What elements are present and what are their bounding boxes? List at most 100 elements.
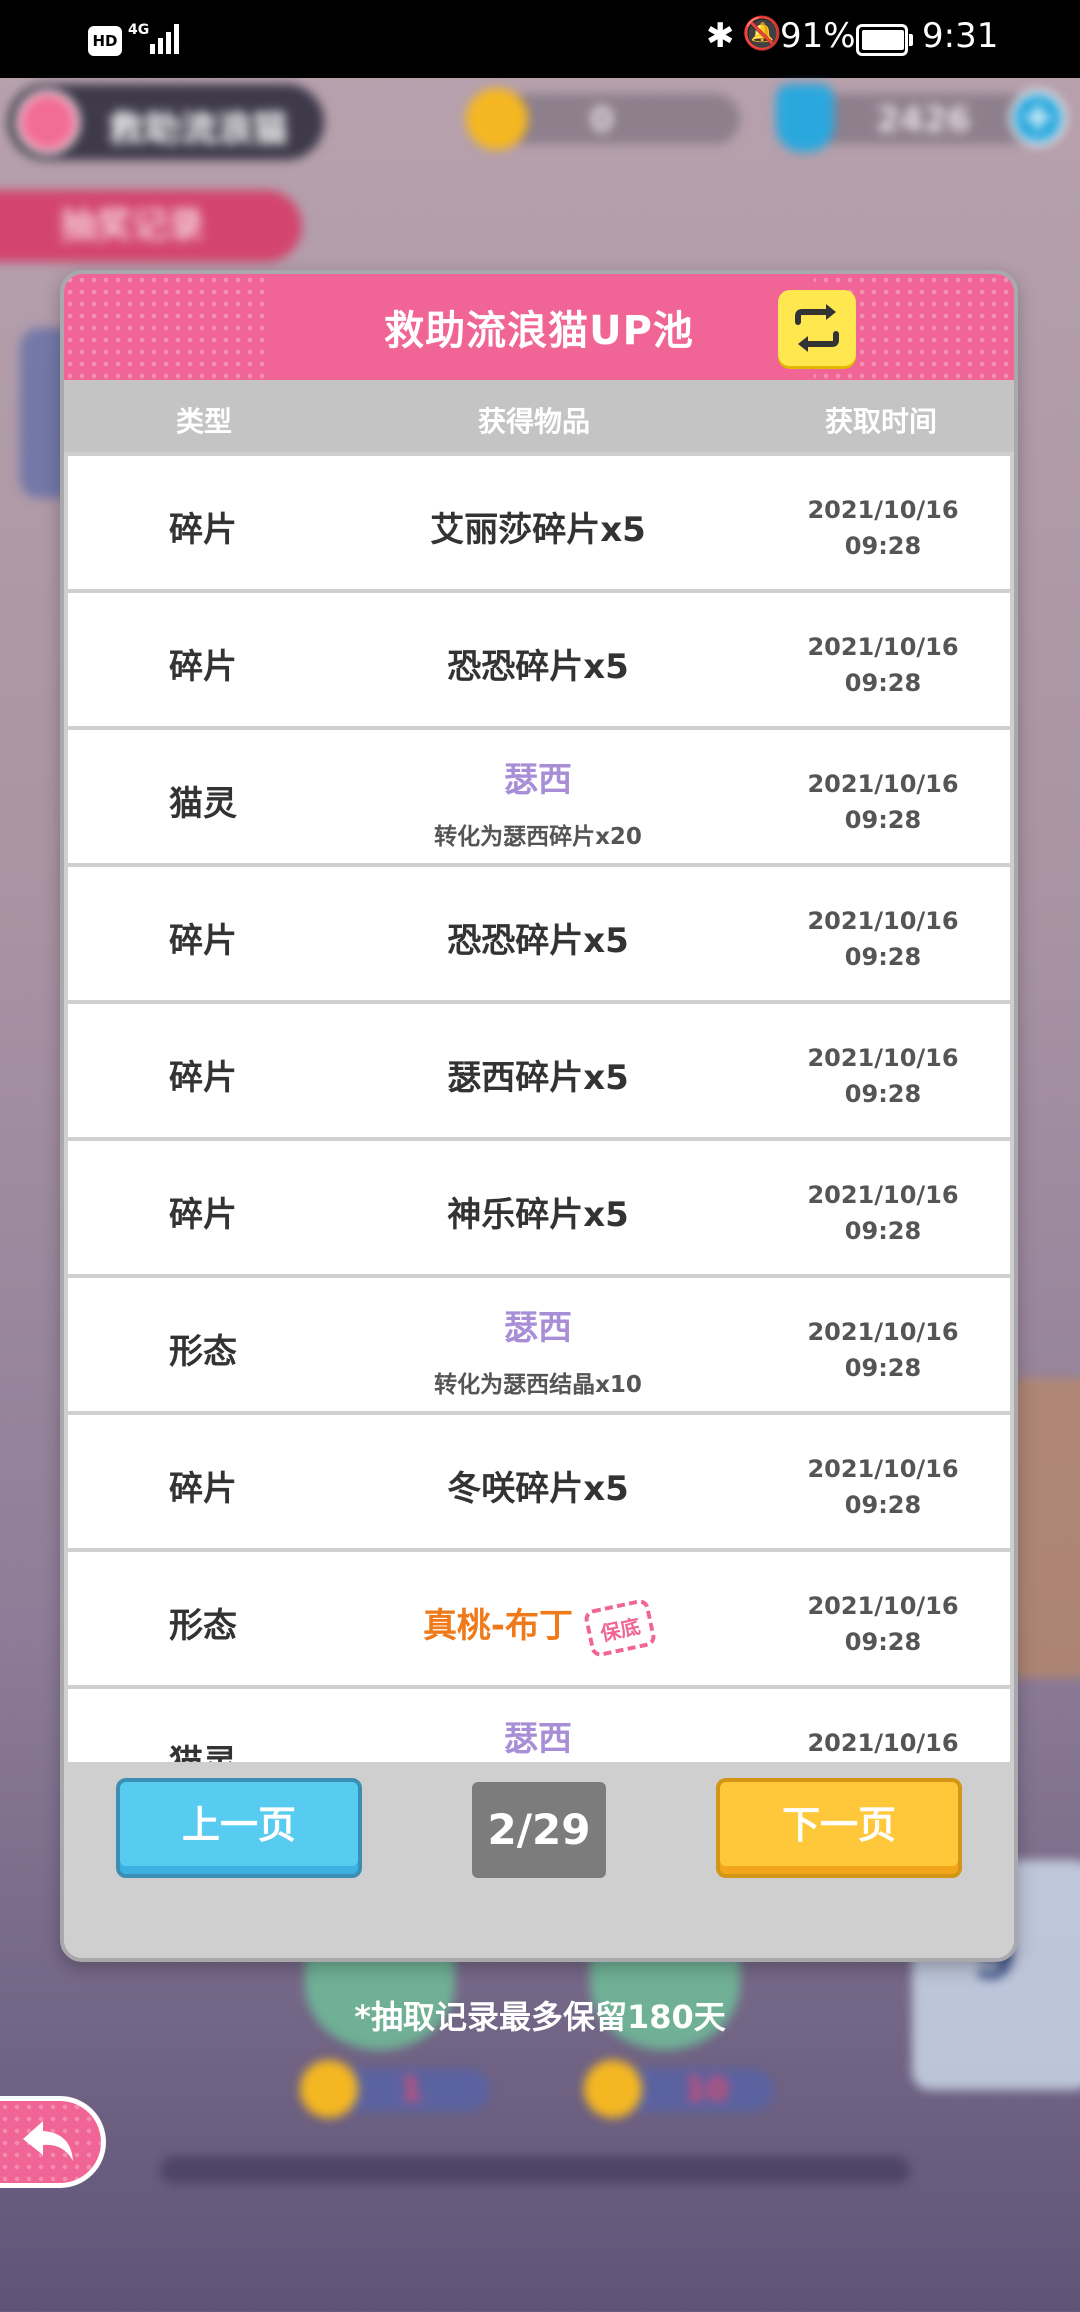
retention-note: *抽取记录最多保留180天 bbox=[354, 1998, 726, 2036]
record-time: 2021/10/1609:28 bbox=[758, 766, 1008, 838]
item-name: 恐恐碎片x5 bbox=[447, 921, 629, 961]
item-name: 真桃-布丁 bbox=[422, 1606, 574, 1646]
record-item: 神乐碎片x5 bbox=[323, 1187, 753, 1236]
item-name: 瑟西 bbox=[504, 1719, 572, 1759]
record-time: 2021/10/1609:28 bbox=[758, 1314, 1008, 1386]
record-date: 2021/10/16 bbox=[807, 633, 959, 661]
record-type: 形态 bbox=[169, 1606, 237, 1646]
record-type: 碎片 bbox=[169, 647, 237, 687]
status-bar: HD 4G ✱ 🔕 91% 9:31 bbox=[0, 0, 1080, 78]
pool-name: 救助流浪猫 bbox=[108, 109, 289, 150]
draw-once-cost: 1 bbox=[300, 2060, 490, 2118]
item-name: 瑟西 bbox=[504, 760, 572, 800]
record-date: 2021/10/16 bbox=[807, 1044, 959, 1072]
record-item: 瑟西碎片x5 bbox=[323, 1050, 753, 1099]
record-row: 碎片 恐恐碎片x5 2021/10/16 09:28 bbox=[68, 867, 1010, 1004]
record-item: 真桃-布丁 保底 bbox=[323, 1597, 753, 1658]
gem-counter: 2426 + bbox=[776, 84, 1066, 152]
column-type: 类型 bbox=[175, 405, 232, 438]
record-list[interactable]: 碎片 艾丽莎碎片x5 2021/10/16 09:28 碎片 恐恐碎片x5 2021/10/… bbox=[68, 456, 1010, 1762]
record-row: 猫灵瑟西转化为瑟西碎片x202021/10/1609:28 bbox=[68, 730, 1010, 867]
switch-pool-button[interactable] bbox=[778, 290, 856, 366]
column-item: 获得物品 bbox=[477, 405, 590, 438]
item-name: 瑟西 bbox=[504, 1308, 572, 1348]
record-clock: 09:28 bbox=[844, 1628, 922, 1656]
hd-icon: HD bbox=[88, 26, 122, 56]
modal-header: 救助流浪猫UP池 bbox=[64, 274, 1014, 380]
pool-title-pill: 救助流浪猫 bbox=[8, 84, 324, 160]
record-clock: 09:28 bbox=[844, 943, 922, 971]
bell-muted-icon: 🔕 bbox=[742, 14, 782, 52]
record-type: 猫灵 bbox=[169, 784, 237, 824]
record-clock: 09:28 bbox=[844, 1217, 922, 1245]
battery-percent: 91% bbox=[780, 16, 856, 56]
column-headers: 类型 获得物品 获取时间 bbox=[64, 380, 1014, 452]
record-date: 2021/10/16 bbox=[807, 1455, 959, 1483]
network-type: 4G bbox=[128, 22, 150, 38]
record-row: 碎片 冬咲碎片x5 2021/10/16 09:28 bbox=[68, 1415, 1010, 1552]
record-date: 2021/10/16 bbox=[807, 496, 959, 524]
record-clock: 09:28 bbox=[844, 1491, 922, 1519]
record-item: 瑟西 转化为瑟西结晶x10 bbox=[323, 1300, 753, 1399]
item-name: 艾丽莎碎片x5 bbox=[430, 510, 646, 550]
record-time: 2021/10/1609:28 bbox=[758, 629, 1008, 701]
record-item: 瑟西转化为瑟西碎片x20 bbox=[323, 752, 753, 851]
back-arrow-icon bbox=[23, 2121, 73, 2161]
coin-value: 0 bbox=[590, 100, 614, 140]
record-date: 2021/10/16 bbox=[807, 1318, 959, 1346]
column-time: 获取时间 bbox=[824, 405, 937, 438]
record-clock: 09:28 bbox=[844, 1080, 922, 1108]
add-gems-icon: + bbox=[1010, 90, 1066, 146]
record-time: 2021/10/16 09:28 bbox=[758, 1040, 1008, 1112]
record-type: 碎片 bbox=[169, 921, 237, 961]
record-item: 恐恐碎片x5 bbox=[323, 639, 753, 688]
record-time: 2021/10/1609:28 bbox=[758, 1725, 1008, 1762]
conversion-note: 转化为瑟西碎片x20 bbox=[434, 824, 642, 850]
record-date: 2021/10/16 bbox=[807, 907, 959, 935]
item-name: 冬咲碎片x5 bbox=[447, 1469, 629, 1509]
record-time: 2021/10/16 09:28 bbox=[758, 1588, 1008, 1660]
record-clock: 09:28 bbox=[844, 806, 922, 834]
record-type: 碎片 bbox=[169, 510, 237, 550]
battery-fill bbox=[862, 30, 904, 50]
item-name: 恐恐碎片x5 bbox=[447, 647, 629, 687]
record-time: 2021/10/16 09:28 bbox=[758, 1177, 1008, 1249]
record-type: 碎片 bbox=[169, 1058, 237, 1098]
swap-arrows-icon bbox=[795, 304, 839, 352]
coin-counter: 0 bbox=[466, 88, 740, 150]
record-time: 2021/10/16 09:28 bbox=[758, 492, 1008, 564]
cost-value: 1 bbox=[400, 2070, 423, 2108]
cost-value: 10 bbox=[684, 2070, 729, 2108]
page-indicator: 2/29 bbox=[472, 1782, 606, 1878]
record-item: 艾丽莎碎片x5 bbox=[323, 502, 753, 551]
cat-icon bbox=[16, 90, 80, 154]
record-date: 2021/10/16 bbox=[807, 1181, 959, 1209]
guarantee-stamp: 保底 bbox=[582, 1597, 658, 1658]
gem-icon bbox=[776, 84, 834, 152]
prev-page-button[interactable]: 上一页 bbox=[116, 1778, 362, 1878]
item-name: 瑟西碎片x5 bbox=[447, 1058, 629, 1098]
item-name: 神乐碎片x5 bbox=[447, 1195, 629, 1235]
draw-record-tab: 抽奖记录 bbox=[0, 190, 302, 262]
record-date: 2021/10/16 bbox=[807, 1592, 959, 1620]
record-type: 猫灵 bbox=[68, 1735, 338, 1762]
record-time: 2021/10/16 09:28 bbox=[758, 1451, 1008, 1523]
next-page-button[interactable]: 下一页 bbox=[716, 1778, 962, 1878]
draw-ten-cost: 10 bbox=[584, 2060, 774, 2118]
bluetooth-icon: ✱ bbox=[706, 16, 735, 56]
record-row: 猫灵瑟西转化为瑟西碎片x202021/10/1609:28 bbox=[68, 1689, 1010, 1762]
draw-record-modal: 救助流浪猫UP池 类型 获得物品 获取时间 碎片 艾丽莎碎片x5 2021/10/1… bbox=[60, 270, 1018, 1962]
record-row: 碎片 瑟西碎片x5 2021/10/16 09:28 bbox=[68, 1004, 1010, 1141]
record-row: 碎片 恐恐碎片x5 2021/10/16 09:28 bbox=[68, 593, 1010, 730]
back-button[interactable] bbox=[0, 2096, 106, 2188]
record-row: 碎片 艾丽莎碎片x5 2021/10/16 09:28 bbox=[68, 456, 1010, 593]
record-item: 瑟西转化为瑟西碎片x20 bbox=[323, 1711, 753, 1762]
record-clock: 09:28 bbox=[844, 532, 922, 560]
clock: 9:31 bbox=[922, 16, 999, 56]
record-row: 形态 真桃-布丁 保底 2021/10/16 09:28 bbox=[68, 1552, 1010, 1689]
record-row: 形态 瑟西 转化为瑟西结晶x10 2021/10/16 09:28 bbox=[68, 1278, 1010, 1415]
modal-title: 救助流浪猫UP池 bbox=[384, 308, 694, 354]
record-type: 形态 bbox=[169, 1332, 237, 1372]
record-date: 2021/10/16 bbox=[807, 1729, 959, 1757]
coin-icon bbox=[300, 2060, 358, 2118]
